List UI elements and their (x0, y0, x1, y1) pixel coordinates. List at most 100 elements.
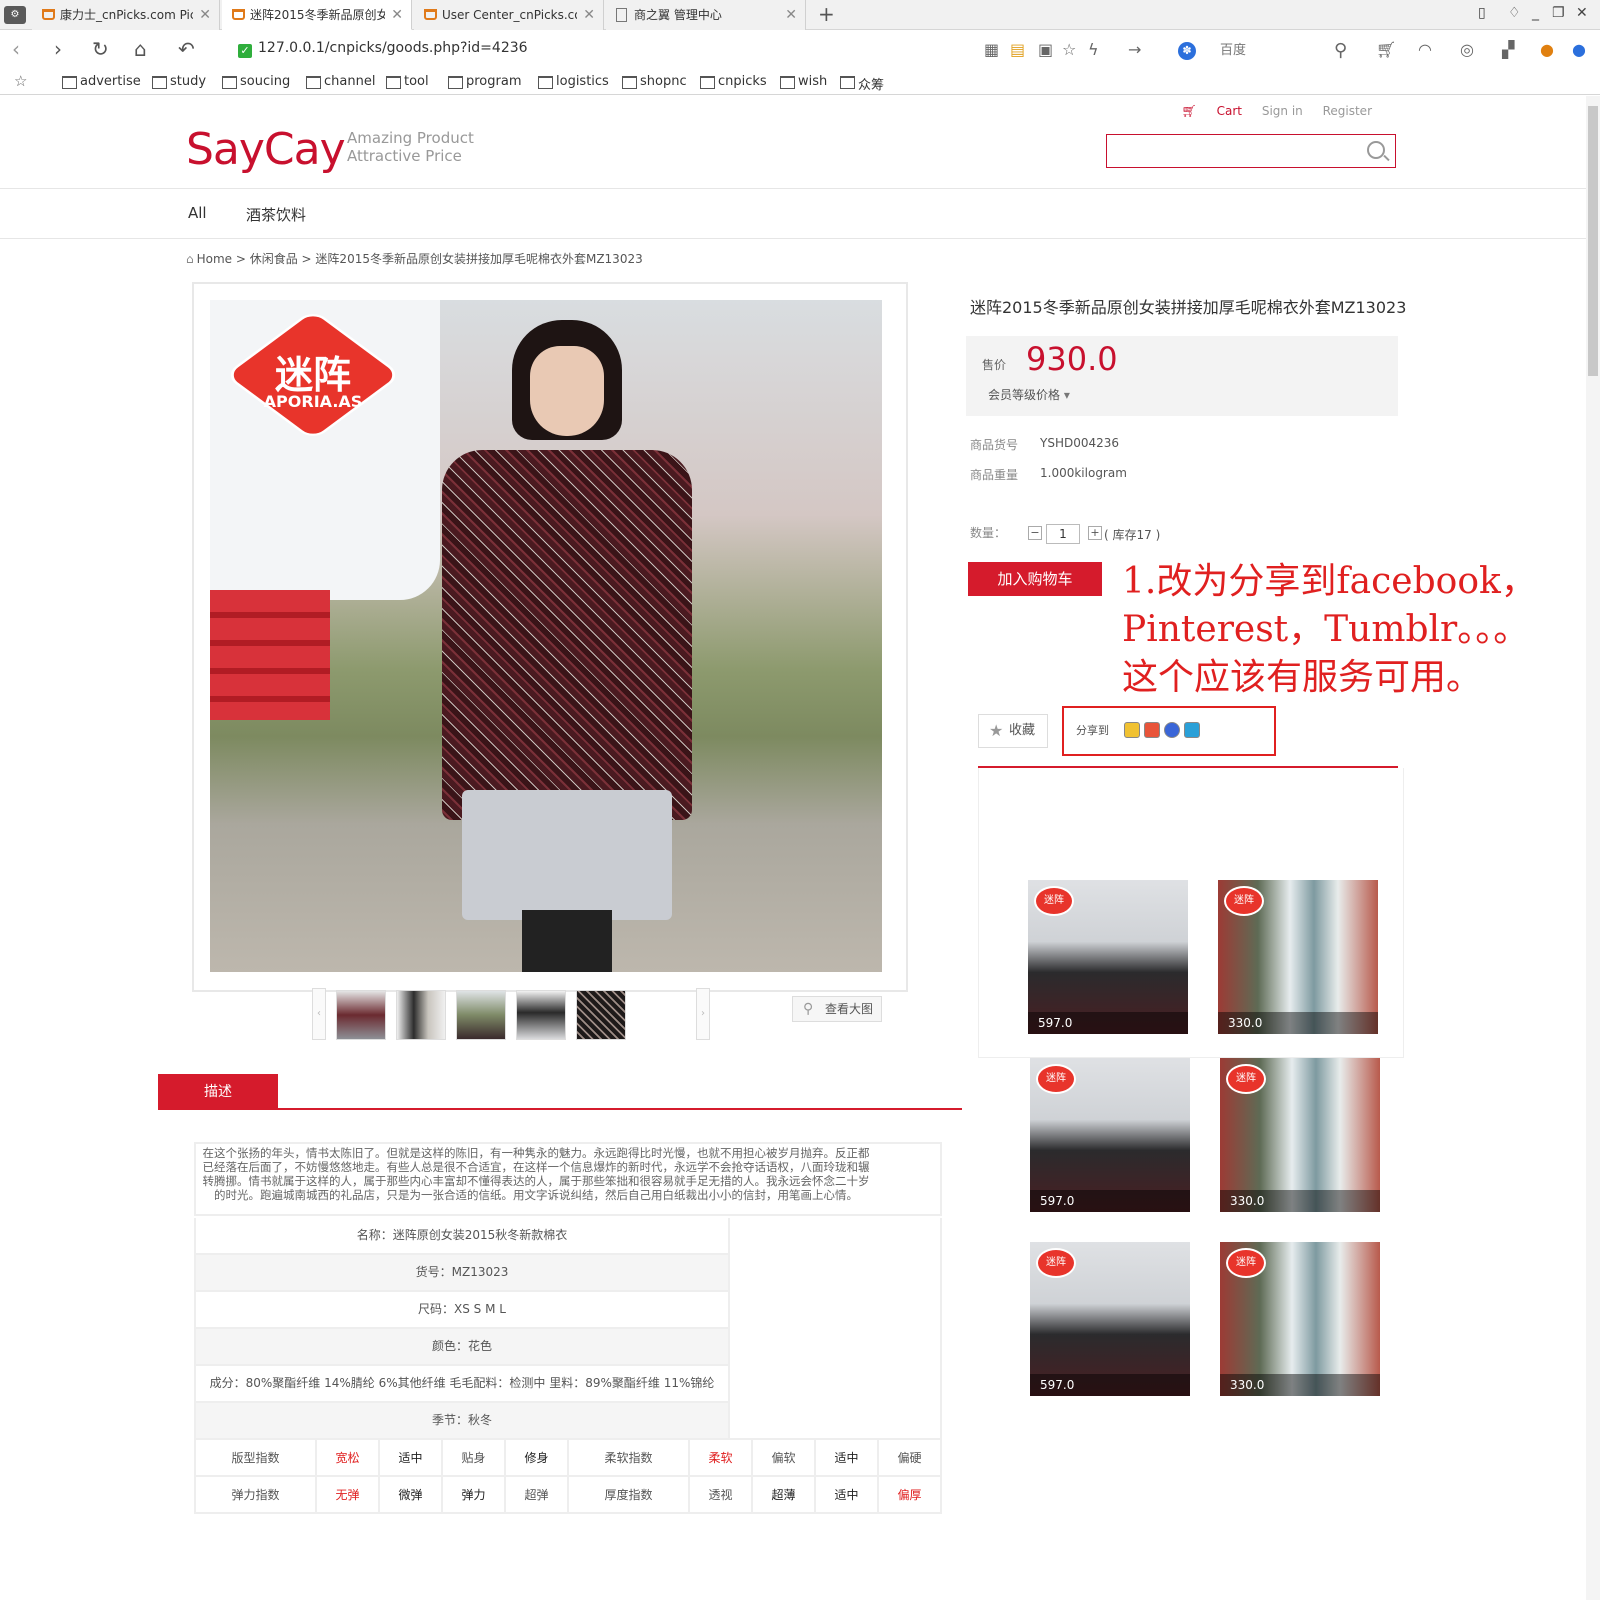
bookmark-folder[interactable]: channel (306, 74, 375, 89)
restore-icon[interactable]: ❐ (1552, 5, 1565, 21)
minimize-icon[interactable]: _ (1532, 5, 1539, 21)
security-icon[interactable]: ◎ (1460, 40, 1474, 59)
close-tab-icon[interactable]: ✕ (391, 0, 403, 29)
spec-row: 成分：80%聚酯纤维 14%腈纶 6%其他纤维 毛毛配料：检测中 里料：89%聚… (194, 1366, 730, 1403)
thumb-prev-icon[interactable]: ‹ (312, 988, 326, 1040)
bookmark-folder[interactable]: cnpicks (700, 74, 767, 89)
thumbnail[interactable] (336, 990, 386, 1040)
thumbnail[interactable] (576, 990, 626, 1040)
site-search-input[interactable] (1106, 134, 1396, 168)
register-link[interactable]: Register (1323, 104, 1372, 118)
table-cell: 超弹 (503, 1475, 569, 1514)
tab-description[interactable]: 描述 (158, 1074, 278, 1108)
site-logo[interactable]: SayCay (186, 124, 346, 175)
go-icon[interactable]: → (1128, 40, 1141, 59)
table-cell: 弹力指数 (193, 1475, 318, 1514)
product-price: 930.0 (1026, 340, 1118, 378)
reader-icon[interactable]: ▤ (1010, 40, 1025, 59)
browser-tab[interactable]: 康力士_cnPicks.com Pic ✕ (32, 0, 220, 30)
view-large-button[interactable]: 查看大图 (792, 996, 882, 1022)
weibo-share-icon[interactable] (1144, 722, 1160, 738)
spec-row: 尺码：XS S M L (194, 1292, 730, 1329)
thumbnail[interactable] (396, 990, 446, 1040)
cart-toolbar-icon[interactable]: 🛒︎ (1376, 40, 1396, 59)
favorites-star-icon[interactable]: ☆ (14, 72, 27, 90)
favorite-button[interactable]: 收藏 (978, 714, 1048, 748)
cart-link[interactable]: 🛒︎ Cart (1182, 104, 1242, 118)
baidu-share-icon[interactable] (1164, 722, 1180, 738)
table-cell: 无弹 (315, 1475, 381, 1514)
bookmark-folder[interactable]: wish (780, 74, 827, 89)
close-tab-icon[interactable]: ✕ (785, 0, 797, 30)
wifi-icon[interactable]: ◠ (1418, 40, 1432, 59)
scrollbar-thumb[interactable] (1588, 106, 1598, 376)
quantity-plus-button[interactable]: + (1088, 526, 1102, 540)
member-price-dropdown[interactable]: 会员等级价格 (988, 386, 1070, 403)
account-icon[interactable]: ● (1572, 40, 1586, 59)
browser-tab-bar: ⚙ 康力士_cnPicks.com Pic ✕ 迷阵2015冬季新品原创女 ✕ … (0, 0, 1600, 30)
divider (0, 188, 1586, 189)
bookmarks-bar: ☆ advertise study soucing channel tool p… (0, 67, 1600, 95)
close-window-icon[interactable]: ✕ (1576, 5, 1588, 21)
tencent-share-icon[interactable] (1184, 722, 1200, 738)
close-tab-icon[interactable]: ✕ (583, 0, 595, 30)
browser-tab[interactable]: 商之翼 管理中心 ✕ (606, 0, 806, 30)
flash-icon[interactable]: ϟ (1088, 40, 1099, 59)
undo-icon[interactable]: ↶ (178, 39, 195, 59)
main-product-image-frame[interactable]: 迷阵 APORIA.AS (192, 282, 908, 992)
skin-icon[interactable]: ♢ (1508, 5, 1521, 21)
home-icon[interactable]: ⌂ (134, 39, 147, 59)
nav-item-drinks[interactable]: 酒茶饮料 (246, 204, 306, 225)
thumb-next-icon[interactable]: › (696, 988, 710, 1040)
description-divider (158, 1108, 962, 1110)
spec-side-panel (730, 1218, 942, 1440)
bookmark-folder[interactable]: study (152, 74, 206, 89)
thumbnail[interactable] (516, 990, 566, 1040)
quantity-minus-button[interactable]: − (1028, 526, 1042, 540)
window-sidebar-icon[interactable]: ▯ (1478, 5, 1486, 21)
back-icon[interactable]: ‹ (12, 39, 20, 59)
page-scrollbar[interactable] (1586, 96, 1600, 1600)
quantity-input[interactable]: 1 (1046, 524, 1080, 544)
add-to-cart-button[interactable]: 加入购物车 (968, 562, 1102, 596)
recommended-product[interactable]: 迷阵 597.0 (1028, 880, 1188, 1034)
recommended-product[interactable]: 迷阵 330.0 (1220, 1058, 1380, 1212)
screenshot-icon[interactable]: ▣ (1038, 40, 1053, 59)
spec-row: 季节：秋冬 (194, 1403, 730, 1440)
recommended-product[interactable]: 迷阵 330.0 (1218, 880, 1378, 1034)
share-label: 分享到 (1076, 724, 1109, 737)
nav-item-all[interactable]: All (188, 204, 207, 222)
url-field[interactable]: ✓ 127.0.0.1/cnpicks/goods.php?id=4236 (238, 40, 528, 58)
extension-icon[interactable]: ● (1540, 40, 1554, 59)
bookmark-folder[interactable]: advertise (62, 74, 141, 89)
bookmark-folder[interactable]: soucing (222, 74, 290, 89)
recommended-product[interactable]: 迷阵 330.0 (1220, 1242, 1380, 1396)
refresh-icon[interactable]: ↻ (92, 39, 109, 59)
recommended-product[interactable]: 迷阵 597.0 (1030, 1242, 1190, 1396)
table-cell: 偏厚 (876, 1475, 943, 1514)
forward-icon[interactable]: › (54, 39, 62, 59)
qzone-share-icon[interactable] (1124, 722, 1140, 738)
signin-link[interactable]: Sign in (1262, 104, 1303, 118)
qr-icon[interactable]: ▦ (984, 40, 999, 59)
brand-logo-badge: 迷阵 APORIA.AS (220, 308, 406, 442)
search-icon[interactable] (1367, 141, 1385, 159)
bookmark-folder[interactable]: 众筹 (840, 74, 884, 93)
bookmark-star-icon[interactable]: ☆ (1062, 40, 1076, 59)
search-icon[interactable]: ⚲ (1334, 40, 1347, 61)
weight-row: 商品重量 1.000kilogram (970, 466, 1127, 482)
bookmark-folder[interactable]: shopnc (622, 74, 687, 89)
close-tab-icon[interactable]: ✕ (199, 0, 211, 30)
recommended-product[interactable]: 迷阵 597.0 (1030, 1058, 1190, 1212)
bookmark-folder[interactable]: logistics (538, 74, 609, 89)
browser-menu-icon[interactable]: ⚙ (4, 6, 26, 24)
browser-tab-active[interactable]: 迷阵2015冬季新品原创女 ✕ (222, 0, 412, 30)
new-tab-icon[interactable]: + (818, 2, 835, 26)
thumbnail[interactable] (456, 990, 506, 1040)
browser-tab[interactable]: User Center_cnPicks.co ✕ (414, 0, 604, 30)
search-engine-selector[interactable]: ✽ 百度 (1178, 39, 1246, 60)
apps-icon[interactable]: ▞ (1502, 40, 1514, 59)
document-icon (616, 8, 627, 22)
bookmark-folder[interactable]: tool (386, 74, 429, 89)
bookmark-folder[interactable]: program (448, 74, 522, 89)
